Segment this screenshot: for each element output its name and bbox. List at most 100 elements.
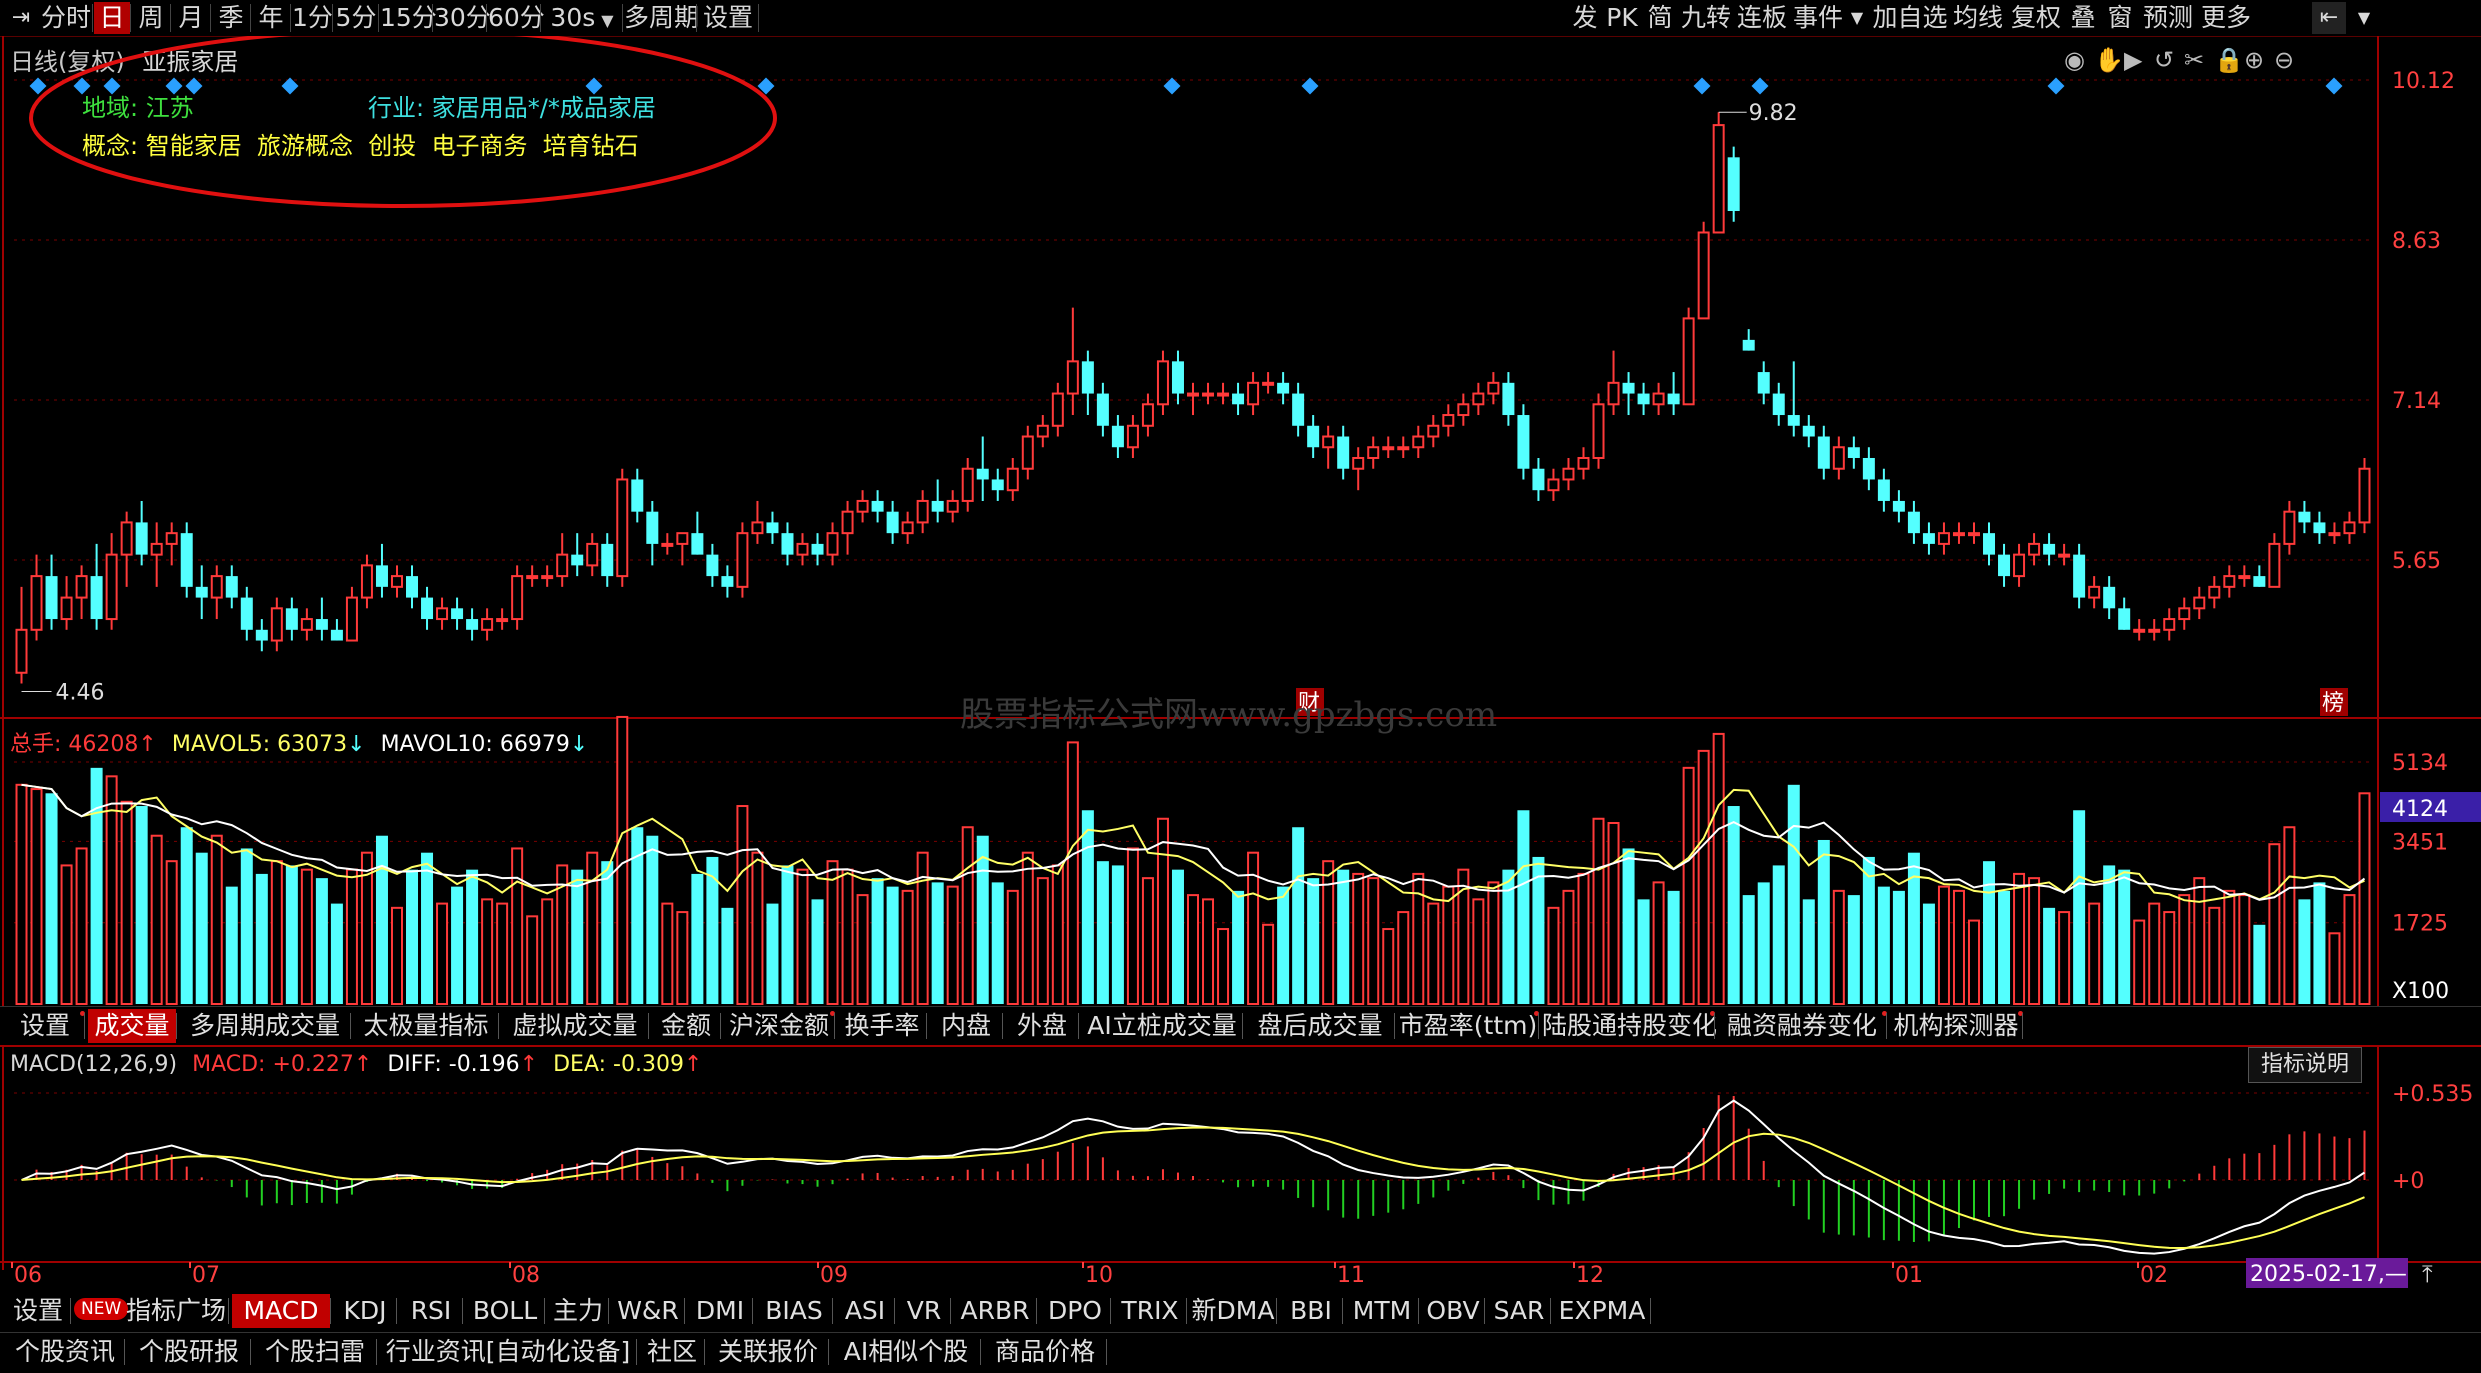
concept-3[interactable]: 创投 bbox=[368, 132, 416, 160]
indicator-tab-14[interactable]: TRIX bbox=[1114, 1294, 1186, 1328]
toolbar-item-1[interactable]: 日 bbox=[94, 2, 130, 34]
lock-icon[interactable]: 🔒 bbox=[2214, 46, 2244, 74]
toolbar-right-item-11[interactable]: 预测 bbox=[2140, 2, 2196, 34]
indicator-tab-0[interactable]: 设置 bbox=[6, 1294, 70, 1328]
volume-tab-5[interactable]: 金额 bbox=[652, 1009, 720, 1043]
toolbar-item-6[interactable]: 1分 bbox=[292, 2, 333, 34]
toolbar-item-0[interactable]: 分时 bbox=[40, 2, 92, 34]
toolbar-right-item-10[interactable]: 窗 bbox=[2102, 2, 2138, 34]
scissors-icon[interactable]: ✂ bbox=[2184, 46, 2204, 74]
volume-tab-10[interactable]: AI立桩成交量 bbox=[1082, 1009, 1242, 1043]
indicator-tab-11[interactable]: VR bbox=[898, 1294, 950, 1328]
zoom-in-icon[interactable]: ⊕ bbox=[2244, 46, 2264, 74]
toolbar-right-item-12[interactable]: 更多 bbox=[2198, 2, 2254, 34]
volume-tab-6[interactable]: 沪深金额 bbox=[724, 1009, 834, 1043]
indicator-tab-18[interactable]: OBV bbox=[1422, 1294, 1484, 1328]
indicator-tab-2[interactable]: MACD bbox=[232, 1294, 330, 1328]
toolbar-right-item-4[interactable]: 连板 bbox=[1734, 2, 1790, 34]
volume-tab-15[interactable]: 机构探测器 bbox=[1890, 1009, 2022, 1043]
toolbar-item-13[interactable]: 设置 bbox=[698, 2, 758, 34]
volume-tab-2[interactable]: 多周期成交量 bbox=[180, 1009, 350, 1043]
volume-tab-3[interactable]: 太极量指标 bbox=[354, 1009, 498, 1043]
indicator-tab-9[interactable]: BIAS bbox=[756, 1294, 832, 1328]
zoom-out-icon[interactable]: ⊖ bbox=[2274, 46, 2294, 74]
volume-tab-13[interactable]: 陆股通持股变化 bbox=[1542, 1009, 1717, 1043]
concept-4[interactable]: 电子商务 bbox=[432, 132, 528, 160]
indicator-tab-16[interactable]: BBI bbox=[1280, 1294, 1342, 1328]
ranking-marker[interactable]: 榜 bbox=[2322, 691, 2344, 716]
eye-icon[interactable]: ◉ bbox=[2064, 46, 2085, 74]
toolbar-right-item-5[interactable]: 事件 bbox=[1792, 2, 1844, 34]
volume-tab-4[interactable]: 虚拟成交量 bbox=[502, 1009, 648, 1043]
toolbar-item-9[interactable]: 30分 bbox=[434, 2, 491, 34]
toolbar-right-item-7[interactable]: 均线 bbox=[1950, 2, 2006, 34]
toolbar-item-3[interactable]: 月 bbox=[172, 2, 210, 34]
info-tab-6[interactable]: AI相似个股 bbox=[832, 1335, 980, 1369]
info-tab-3[interactable]: 行业资讯[自动化设备] bbox=[380, 1335, 636, 1369]
toolbar-right-item-2[interactable]: 简 bbox=[1642, 2, 1678, 34]
event-marker-icon[interactable] bbox=[1751, 77, 1769, 95]
play-icon[interactable]: ▶ bbox=[2124, 46, 2143, 74]
info-tab-1[interactable]: 个股研报 bbox=[128, 1335, 250, 1369]
info-tab-5[interactable]: 关联报价 bbox=[708, 1335, 828, 1369]
indicator-tab-1[interactable]: 指标广场 bbox=[124, 1294, 228, 1328]
volume-tab-12[interactable]: 市盈率(ttm) bbox=[1398, 1009, 1538, 1043]
price-chart[interactable]: 10.128.637.145.659.824.46 财榜股票指标公式网www.gp… bbox=[0, 36, 2481, 1303]
volume-tab-11[interactable]: 盘后成交量 bbox=[1246, 1009, 1394, 1043]
info-tab-0[interactable]: 个股资讯 bbox=[6, 1335, 124, 1369]
toolbar-right-item-1[interactable]: PK bbox=[1604, 2, 1640, 34]
sidebar-toggle-icon[interactable]: ⇥ bbox=[4, 2, 38, 34]
indicator-tab-3[interactable]: KDJ bbox=[334, 1294, 396, 1328]
indicator-tab-15[interactable]: 新DMA bbox=[1190, 1294, 1276, 1328]
toolbar-item-5[interactable]: 年 bbox=[252, 2, 290, 34]
volume-tab-1[interactable]: 成交量 bbox=[88, 1009, 176, 1043]
event-dropdown-icon[interactable]: ▼ bbox=[1846, 2, 1868, 34]
toolbar-item-7[interactable]: 5分 bbox=[334, 2, 378, 34]
vol-label: 总手 bbox=[10, 732, 55, 757]
info-tab-7[interactable]: 商品价格 bbox=[984, 1335, 1106, 1369]
concept-5[interactable]: 培育钻石 bbox=[543, 132, 639, 160]
volume-tab-9[interactable]: 外盘 bbox=[1006, 1009, 1078, 1043]
info-tab-2[interactable]: 个股扫雷 bbox=[254, 1335, 376, 1369]
indicator-tab-7[interactable]: W&R bbox=[612, 1294, 684, 1328]
indicator-tab-17[interactable]: MTM bbox=[1346, 1294, 1418, 1328]
indicator-tab-20[interactable]: EXPMA bbox=[1554, 1294, 1650, 1328]
candle-body bbox=[1592, 403, 1605, 459]
indicator-tab-6[interactable]: 主力 bbox=[548, 1294, 608, 1328]
toolbar-item-8[interactable]: 15分 bbox=[380, 2, 437, 34]
indicator-tab-8[interactable]: DMI bbox=[688, 1294, 752, 1328]
indicator-tab-19[interactable]: SAR bbox=[1488, 1294, 1550, 1328]
indicator-tab-13[interactable]: DPO bbox=[1040, 1294, 1110, 1328]
toolbar-right-item-9[interactable]: 叠 bbox=[2066, 2, 2100, 34]
volume-tab-0[interactable]: 设置 bbox=[6, 1009, 84, 1043]
toolbar-item-12[interactable]: 多周期 bbox=[624, 2, 699, 34]
candle-body bbox=[1081, 361, 1094, 394]
volume-tab-7[interactable]: 换手率 bbox=[838, 1009, 926, 1043]
concept-1[interactable]: 智能家居 bbox=[146, 132, 242, 160]
toolbar-right-item-8[interactable]: 复权 bbox=[2008, 2, 2064, 34]
toolbar-right-item-3[interactable]: 九转 bbox=[1680, 2, 1732, 34]
hand-icon[interactable]: ✋ bbox=[2094, 46, 2124, 74]
volume-tab-14[interactable]: 融资融券变化 bbox=[1718, 1009, 1886, 1043]
more-dropdown-icon[interactable]: ▼ bbox=[2350, 2, 2378, 34]
candle-body bbox=[871, 500, 884, 512]
volume-tab-8[interactable]: 内盘 bbox=[930, 1009, 1002, 1043]
indicator-help-button[interactable]: 指标说明 bbox=[2248, 1047, 2363, 1083]
indicator-tab-4[interactable]: RSI bbox=[400, 1294, 462, 1328]
toolbar-item-4[interactable]: 季 bbox=[212, 2, 250, 34]
info-tab-4[interactable]: 社区 bbox=[640, 1335, 704, 1369]
scroll-up-icon[interactable]: ⤒ bbox=[2422, 1260, 2433, 1288]
indicator-tab-5[interactable]: BOLL bbox=[466, 1294, 544, 1328]
industry-label: 行业 bbox=[368, 94, 416, 122]
toolbar-item-11[interactable]: 30s ▼ bbox=[542, 2, 622, 34]
toolbar-right-item-6[interactable]: 加自选 bbox=[1872, 2, 1948, 34]
toolbar-item-2[interactable]: 周 bbox=[132, 2, 170, 34]
toolbar-right-item-0[interactable]: 发 bbox=[1568, 2, 1602, 34]
concept-2[interactable]: 旅游概念 bbox=[257, 132, 353, 160]
indicator-tab-10[interactable]: ASI bbox=[836, 1294, 894, 1328]
event-marker-icon[interactable] bbox=[2047, 77, 2065, 95]
undo-icon[interactable]: ↺ bbox=[2154, 46, 2174, 74]
indicator-tab-12[interactable]: ARBR bbox=[954, 1294, 1036, 1328]
toolbar-item-10[interactable]: 60分 bbox=[488, 2, 545, 34]
collapse-left-icon[interactable]: ⇤ bbox=[2312, 2, 2346, 34]
